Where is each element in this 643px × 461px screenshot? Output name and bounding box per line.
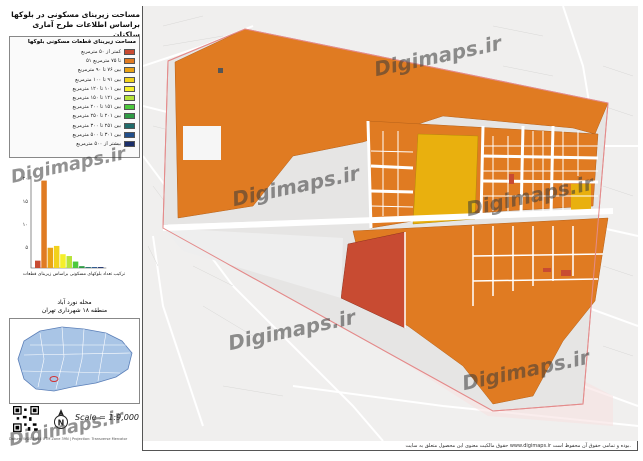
- footer-copyright: حقوق مالکیت معنوی این محصول متعلق به سای…: [405, 443, 631, 449]
- legend-item: ۵۱ تا ۷۵ مترمربع: [10, 57, 139, 66]
- legend-swatch: [124, 140, 135, 147]
- legend-label: بین ۱۵۱ تا ۲۰۰ مترمربع: [72, 104, 121, 111]
- chart-caption: ترکیب تعداد بلوکهای مسکونی براساس زیربنا…: [22, 272, 126, 277]
- qr-code-icon: [13, 406, 39, 432]
- district-name: محله نورد آباد: [57, 299, 92, 306]
- legend-item: بین ۲۰۱ تا ۲۵۰ مترمربع: [10, 112, 139, 121]
- legend-swatch: [124, 67, 135, 74]
- legend-label: کمتر از ۵۰ مترمربع: [81, 49, 121, 55]
- legend-panel: مساحت زیربنای مسکونی در بلوکها براساس اط…: [6, 6, 143, 451]
- chart-bar: [41, 180, 47, 268]
- legend-items: کمتر از ۵۰ مترمربع ۵۱ تا ۷۵ مترمربع بین ۷۶…: [10, 48, 139, 149]
- chart-bar: [53, 245, 60, 268]
- chart-bar: [79, 266, 85, 268]
- legend-label: بین ۲۵۱ تا ۳۰۰ مترمربع: [72, 122, 121, 129]
- open-land: [163, 228, 343, 298]
- legend-label: بین ۱۲۱ تا ۱۵۰ مترمربع: [72, 94, 121, 101]
- legend-swatch: [124, 58, 135, 65]
- legend-swatch: [124, 131, 135, 138]
- north-arrow-label: N: [58, 419, 65, 428]
- chart-ytick-label: ۱۵: [23, 199, 29, 205]
- main-map-area[interactable]: Digimaps.ir Digimaps.ir Digimaps.ir Digi…: [143, 6, 638, 441]
- legend-header: مساحت زیربنای قطعات مسکونی بلوکها: [27, 39, 136, 45]
- map-marker: [218, 68, 223, 73]
- legend-label: بین ۷۶ تا ۹۰ مترمربع: [77, 67, 121, 74]
- legend-item: بین ۱۰۱ تا ۱۲۰ مترمربع: [10, 85, 139, 94]
- legend-swatch: [124, 122, 135, 129]
- inset-locator-map: [9, 318, 140, 404]
- district-region: منطقه ۱۸ شهرداری تهران: [41, 307, 108, 314]
- map-title-line1: مساحت زیربنای مسکونی در بلوکها: [11, 10, 140, 19]
- legend-item: بین ۱۵۱ تا ۲۰۰ مترمربع: [10, 103, 139, 112]
- chart-bar: [72, 261, 79, 268]
- chart-ytick-label: ۵: [25, 245, 28, 251]
- block-yellow-center[interactable]: [412, 133, 479, 225]
- legend-swatch: [124, 113, 135, 120]
- legend-box: مساحت زیربنای قطعات مسکونی بلوکها کمتر ا…: [9, 36, 140, 158]
- legend-item: کمتر از ۵۰ مترمربع: [10, 48, 139, 57]
- legend-item: بین ۳۰۱ تا ۵۰۰ مترمربع: [10, 131, 139, 140]
- chart-bar: [98, 267, 104, 268]
- legend-label: بیشتر از ۵۰۰ مترمربع: [76, 140, 121, 147]
- main-map-svg: [143, 6, 638, 441]
- block-red-south-2[interactable]: [543, 268, 551, 272]
- bar-chart-svg: ۲۰ ۱۵ ۱۰ ۵: [23, 176, 107, 269]
- legend-item: بین ۲۵۱ تا ۳۰۰ مترمربع: [10, 122, 139, 131]
- chart-bar: [47, 247, 54, 268]
- non-residential-parcel: [183, 126, 221, 160]
- chart-ytick-label: ۲۰: [23, 176, 28, 182]
- legend-swatch: [124, 49, 135, 55]
- chart-bar: [60, 254, 66, 268]
- legend-item: بین ۱۲۱ تا ۱۵۰ مترمربع: [10, 94, 139, 103]
- legend-label: بین ۲۰۱ تا ۲۵۰ مترمربع: [72, 113, 121, 120]
- north-arrow-icon: N: [54, 409, 68, 429]
- chart-bar: [91, 267, 98, 268]
- legend-item: بیشتر از ۵۰۰ مترمربع: [10, 140, 139, 149]
- legend-swatch: [124, 76, 135, 83]
- block-red-south-1[interactable]: [561, 270, 571, 276]
- block-yellow-east[interactable]: [571, 184, 591, 210]
- legend-swatch: [124, 94, 135, 101]
- legend-label: بین ۱۰۱ تا ۱۲۰ مترمربع: [72, 85, 121, 92]
- scale-row: N Scale = 1:9,000: [9, 406, 140, 434]
- legend-label: بین ۹۱ تا ۱۰۰ مترمربع: [75, 76, 121, 83]
- credit-line: Datum: WGS 1984 UTM Zone 39N | Projectio…: [9, 437, 128, 441]
- legend-item: بین ۷۶ تا ۹۰ مترمربع: [10, 66, 139, 75]
- legend-swatch: [124, 104, 135, 111]
- legend-label: بین ۳۰۱ تا ۵۰۰ مترمربع: [72, 131, 121, 138]
- legend-item: بین ۹۱ تا ۱۰۰ مترمربع: [10, 76, 139, 85]
- legend-swatch: [124, 85, 135, 92]
- chart-bar: [85, 267, 91, 268]
- chart-bar: [35, 260, 41, 268]
- inset-map-svg: [17, 326, 133, 392]
- block-red-small[interactable]: [509, 174, 514, 184]
- chart-ytick-label: ۱۰: [23, 222, 28, 228]
- chart-bar: [66, 256, 72, 268]
- scale-text: Scale = 1:9,000: [75, 413, 139, 422]
- district-label: محله نورد آباد منطقه ۱۸ شهرداری تهران: [9, 299, 140, 315]
- legend-label: ۵۱ تا ۷۵ مترمربع: [86, 58, 121, 65]
